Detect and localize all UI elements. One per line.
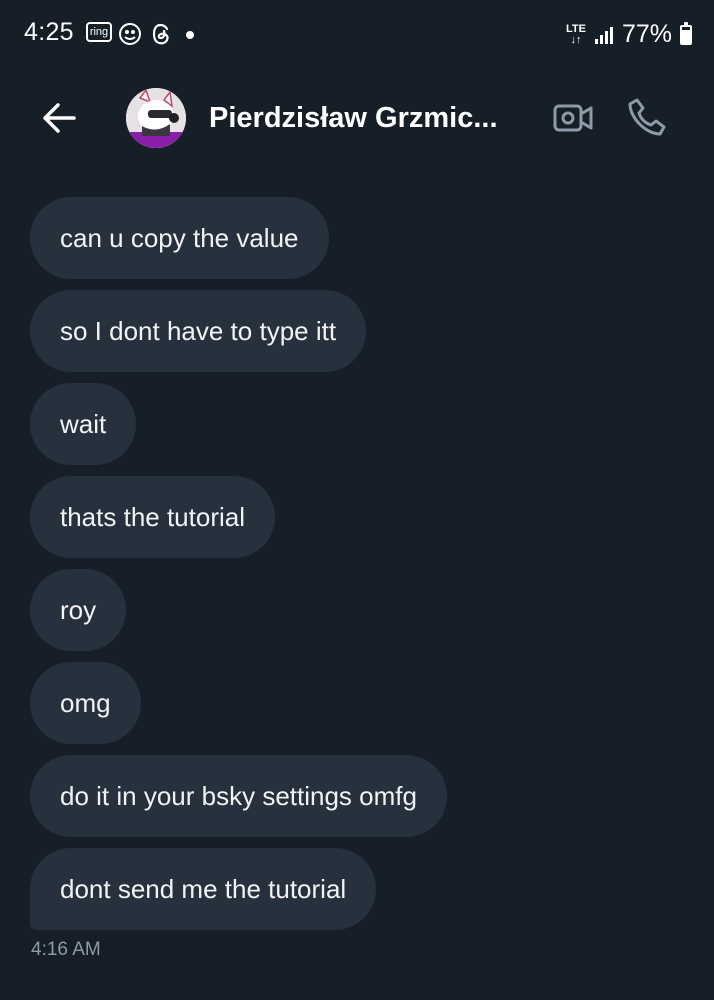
- signal-icon: [594, 26, 613, 44]
- message-list: can u copy the value so I dont have to t…: [30, 197, 690, 941]
- app-icon: [119, 23, 141, 45]
- chat-header: Pierdzisław Grzmic...: [0, 80, 714, 156]
- battery-percent: 77%: [621, 20, 672, 48]
- ring-icon-label: ring: [89, 26, 109, 38]
- avatar-image: [126, 88, 186, 148]
- message-bubble[interactable]: can u copy the value: [30, 197, 329, 279]
- phone-call-icon[interactable]: [626, 96, 668, 138]
- video-call-icon[interactable]: [552, 100, 594, 136]
- threads-icon: [152, 23, 169, 45]
- notification-dot: [186, 31, 194, 39]
- message-bubble[interactable]: dont send me the tutorial: [30, 848, 377, 930]
- message-bubble[interactable]: wait: [30, 383, 137, 465]
- message-bubble[interactable]: roy: [30, 569, 127, 651]
- message-bubble[interactable]: omg: [30, 662, 141, 744]
- ring-icon: ring: [86, 22, 112, 42]
- message-timestamp: 4:16 AM: [31, 939, 101, 960]
- status-time: 4:25: [24, 18, 74, 46]
- status-bar: 4:25 ring LTE ↓↑ 77%: [0, 0, 714, 68]
- message-bubble[interactable]: so I dont have to type itt: [30, 290, 367, 372]
- status-right: LTE ↓↑ 77%: [566, 20, 692, 49]
- avatar[interactable]: [126, 88, 186, 148]
- battery-fill: [682, 30, 690, 43]
- message-bubble[interactable]: thats the tutorial: [30, 476, 275, 558]
- message-bubble[interactable]: do it in your bsky settings omfg: [30, 755, 447, 837]
- lte-icon: LTE ↓↑: [565, 22, 586, 46]
- battery-icon: [680, 21, 692, 45]
- back-arrow-icon[interactable]: [38, 96, 82, 140]
- contact-name[interactable]: Pierdzisław Grzmic...: [209, 102, 521, 135]
